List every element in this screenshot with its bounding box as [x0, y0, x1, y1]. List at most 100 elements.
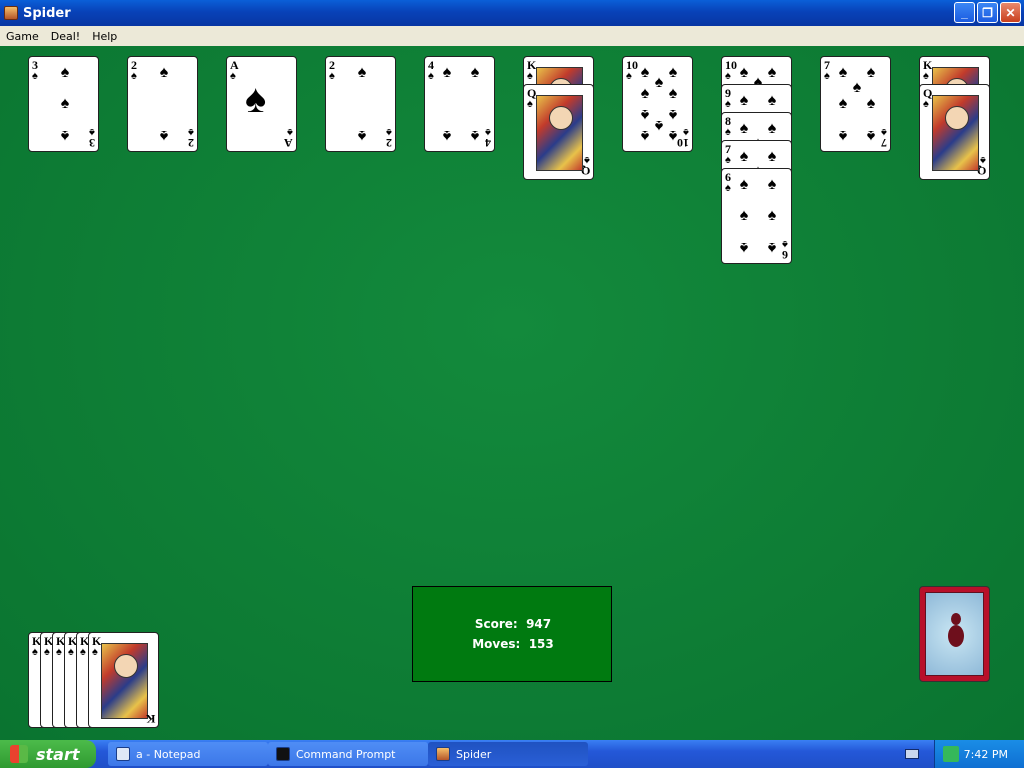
spade-icon: ♠ [188, 126, 194, 138]
spade-icon: ♠ [739, 239, 749, 256]
spade-icon: ♠ [159, 127, 169, 144]
spade-icon: ♠ [329, 70, 335, 82]
task-command-prompt[interactable]: Command Prompt [268, 742, 428, 766]
tableau-card[interactable]: 6 ♠ 6 ♠ ♠ ♠ ♠ ♠ ♠ ♠ [721, 168, 792, 264]
spade-icon: ♠ [245, 76, 267, 121]
spade-icon: ♠ [739, 176, 749, 193]
cmd-icon [276, 747, 290, 761]
tableau-card[interactable]: 4 ♠ 4 ♠ ♠ ♠ ♠ ♠ [424, 56, 495, 152]
spade-icon: ♠ [725, 182, 731, 194]
spade-icon: ♠ [32, 646, 38, 658]
start-label: start [36, 744, 80, 764]
keyboard-icon[interactable] [905, 749, 919, 759]
king-face-icon [101, 643, 148, 719]
spade-icon: ♠ [767, 148, 777, 165]
spade-icon: ♠ [668, 85, 678, 102]
spade-icon: ♠ [725, 154, 731, 166]
spade-icon: ♠ [230, 70, 236, 82]
spade-icon: ♠ [767, 239, 777, 256]
score-label: Score: [474, 617, 518, 631]
spider-icon [436, 747, 450, 761]
tableau-card[interactable]: 3 ♠ 3 ♠ ♠ ♠ ♠ [28, 56, 99, 152]
minimize-icon: _ [961, 5, 968, 20]
card-pips: ♠ ♠ ♠ ♠ ♠ ♠ [736, 177, 780, 257]
spider-app-icon [4, 6, 18, 20]
spade-icon: ♠ [442, 64, 452, 81]
spade-icon: ♠ [838, 127, 848, 144]
card-rank-bottom: 4 [485, 136, 491, 150]
queen-face-icon [932, 95, 979, 171]
spade-icon: ♠ [60, 64, 70, 81]
menu-help[interactable]: Help [86, 30, 123, 43]
spade-icon: ♠ [767, 120, 777, 137]
spade-icon: ♠ [683, 126, 689, 138]
spade-icon: ♠ [640, 85, 650, 102]
card-rank-bottom: 2 [188, 136, 194, 150]
score-value: 947 [526, 617, 552, 631]
card-back [925, 592, 984, 676]
menu-bar: Game Deal! Help [0, 26, 1024, 46]
stock-pile[interactable] [919, 586, 990, 682]
network-icon[interactable] [943, 746, 959, 762]
spade-icon: ♠ [89, 126, 95, 138]
tableau-card[interactable]: 10♠10♠♠♠♠♠♠♠♠♠♠♠ [622, 56, 693, 152]
spade-icon: ♠ [739, 207, 749, 224]
system-tray: 7:42 PM [934, 740, 1024, 768]
spade-icon: ♠ [838, 95, 848, 112]
spade-icon: ♠ [357, 127, 367, 144]
spade-icon: ♠ [159, 64, 169, 81]
spade-icon: ♠ [442, 127, 452, 144]
spade-icon: ♠ [470, 64, 480, 81]
spade-icon: ♠ [428, 70, 434, 82]
spade-icon: ♠ [923, 70, 929, 82]
restore-icon: ❐ [982, 5, 993, 20]
spade-icon: ♠ [92, 646, 98, 658]
card-rank-bottom: 7 [881, 136, 887, 150]
card-pips: ♠ ♠ ♠ ♠ [439, 65, 483, 145]
spade-icon: ♠ [470, 127, 480, 144]
task-spider[interactable]: Spider [428, 742, 588, 766]
spade-icon: ♠ [626, 70, 632, 82]
spade-icon: ♠ [739, 148, 749, 165]
queen-face-icon [536, 95, 583, 171]
minimize-button[interactable]: _ [954, 2, 975, 23]
tableau-card[interactable]: A ♠ A ♠ ♠ [226, 56, 297, 152]
spade-icon: ♠ [44, 646, 50, 658]
spade-icon: ♠ [923, 98, 929, 110]
card-pips: ♠ ♠ [340, 65, 384, 145]
tableau-card[interactable]: 2 ♠ 2 ♠ ♠ ♠ [325, 56, 396, 152]
window-controls: _ ❐ ✕ [954, 2, 1021, 23]
moves-line: Moves: 153 [413, 637, 613, 651]
spade-icon: ♠ [357, 64, 367, 81]
start-button[interactable]: start [0, 740, 96, 768]
spade-icon: ♠ [131, 70, 137, 82]
task-label: Spider [456, 747, 492, 761]
card-rank-bottom: K [145, 712, 155, 726]
spade-icon: ♠ [80, 646, 86, 658]
windows-logo-icon [10, 745, 28, 763]
spade-icon: ♠ [767, 176, 777, 193]
menu-deal[interactable]: Deal! [45, 30, 86, 43]
spade-icon: ♠ [881, 126, 887, 138]
title-bar: Spider _ ❐ ✕ [0, 0, 1024, 26]
tableau-card[interactable]: 2 ♠ 2 ♠ ♠ ♠ [127, 56, 198, 152]
card-pips: ♠♠♠♠♠♠♠♠♠♠ [637, 65, 681, 145]
notepad-icon [116, 747, 130, 761]
spade-icon: ♠ [640, 127, 650, 144]
spider-icon [948, 625, 964, 647]
restore-button[interactable]: ❐ [977, 2, 998, 23]
clock: 7:42 PM [963, 747, 1008, 761]
tableau-card[interactable]: 7♠7♠♠♠♠♠♠♠♠ [820, 56, 891, 152]
spade-icon: ♠ [60, 95, 70, 112]
score-panel[interactable]: Score: 947 Moves: 153 [412, 586, 612, 682]
task-notepad[interactable]: a - Notepad [108, 742, 268, 766]
tableau-card[interactable]: Q ♠ Q ♠ [919, 84, 990, 180]
tableau-card[interactable]: Q ♠ Q ♠ [523, 84, 594, 180]
card-rank-bottom: 3 [89, 136, 95, 150]
card-rank-bottom: A [284, 136, 293, 150]
task-label: a - Notepad [136, 747, 201, 761]
taskbar: start a - Notepad Command Prompt Spider … [0, 740, 1024, 768]
spade-icon: ♠ [584, 154, 590, 166]
close-button[interactable]: ✕ [1000, 2, 1021, 23]
menu-game[interactable]: Game [0, 30, 45, 43]
